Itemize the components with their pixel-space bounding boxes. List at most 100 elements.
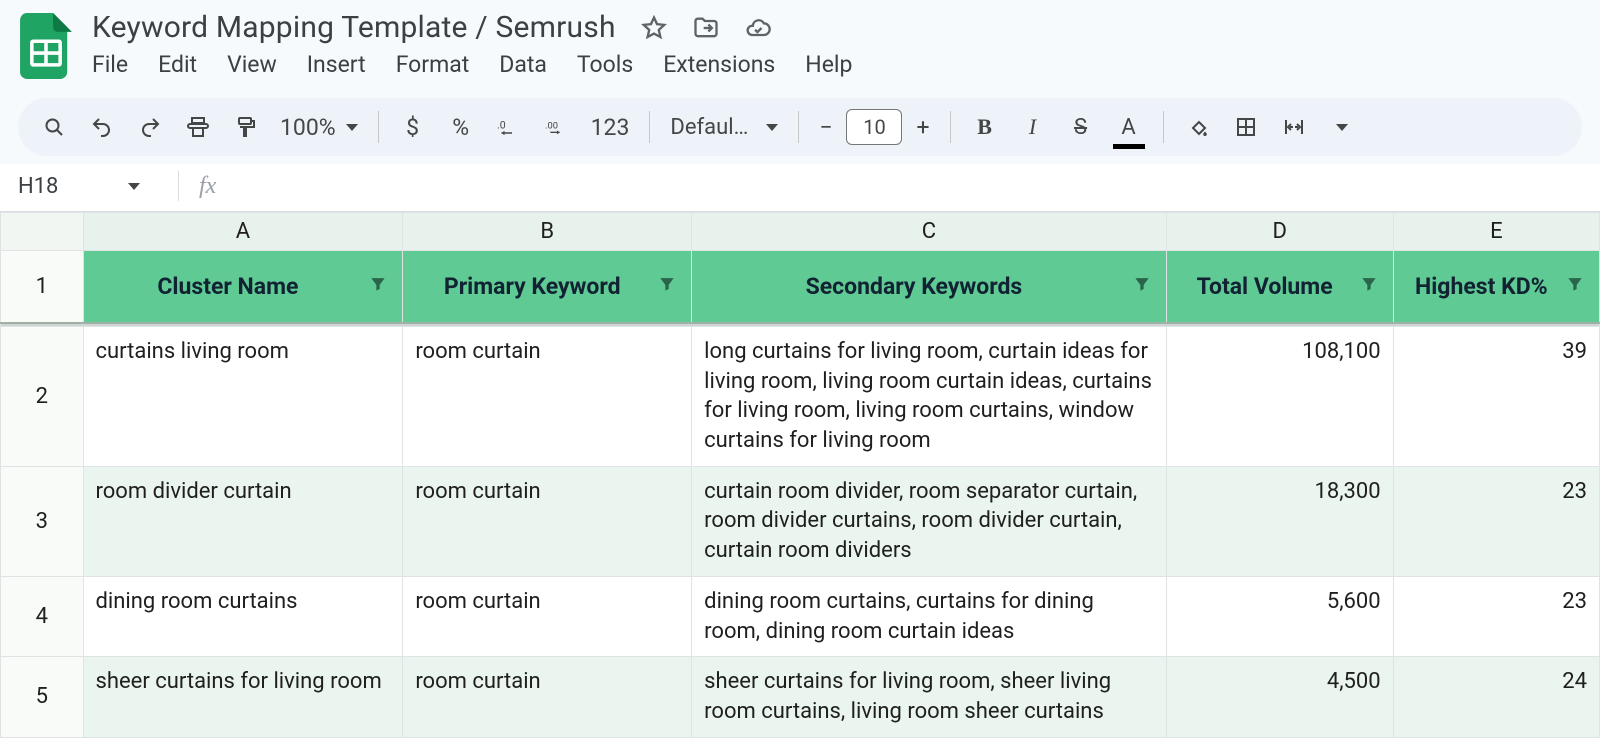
strikethrough-button[interactable]: S [1067, 109, 1095, 145]
table-row: 3 room divider curtain room curtain curt… [1, 466, 1600, 576]
cell-cluster[interactable]: dining room curtains [83, 576, 403, 656]
header-label: Highest KD% [1408, 273, 1555, 300]
spreadsheet-grid[interactable]: A B C D E 1 Cluster Name Primary Keyword… [0, 211, 1600, 738]
menu-format[interactable]: Format [396, 51, 470, 78]
row-header-2[interactable]: 2 [1, 327, 84, 467]
star-icon[interactable] [640, 14, 668, 42]
cell-kd[interactable]: 24 [1393, 657, 1599, 737]
menu-file[interactable]: File [92, 51, 128, 78]
font-size-increase[interactable]: + [916, 114, 929, 141]
name-box[interactable]: H18 [18, 174, 158, 199]
app-header: Keyword Mapping Template / Semrush File … [0, 0, 1600, 88]
cell-primary[interactable]: room curtain [403, 466, 692, 576]
paint-format-icon[interactable] [232, 109, 260, 145]
menu-insert[interactable]: Insert [307, 51, 366, 78]
cell-primary[interactable]: room curtain [403, 327, 692, 467]
header-cluster-name[interactable]: Cluster Name [83, 251, 403, 323]
print-icon[interactable] [184, 109, 212, 145]
cell-cluster[interactable]: sheer curtains for living room [83, 657, 403, 737]
svg-text:.0: .0 [497, 119, 506, 132]
undo-icon[interactable] [88, 109, 116, 145]
cell-kd[interactable]: 23 [1393, 576, 1599, 656]
toolbar-separator [950, 111, 951, 143]
menu-view[interactable]: View [227, 51, 277, 78]
cell-cluster[interactable]: curtains living room [83, 327, 403, 467]
separator [178, 171, 179, 201]
cell-kd[interactable]: 23 [1393, 466, 1599, 576]
menu-help[interactable]: Help [805, 51, 852, 78]
toolbar-separator [1163, 111, 1164, 143]
text-color-button[interactable]: A [1115, 109, 1143, 145]
cell-kd[interactable]: 39 [1393, 327, 1599, 467]
format-currency[interactable]: $ [399, 109, 427, 145]
header-primary-keyword[interactable]: Primary Keyword [403, 251, 692, 323]
document-title[interactable]: Keyword Mapping Template / Semrush [92, 10, 616, 45]
search-icon[interactable] [40, 109, 68, 145]
toolbar: 100% $ % .0 .00 123 Defaul… − 10 + B I S… [18, 98, 1582, 156]
cell-volume[interactable]: 5,600 [1166, 576, 1393, 656]
header-highest-kd[interactable]: Highest KD% [1393, 251, 1599, 323]
caret-down-icon [766, 124, 778, 131]
toolbar-separator [649, 111, 650, 143]
cell-secondary[interactable]: long curtains for living room, curtain i… [692, 327, 1167, 467]
merge-cells-icon[interactable] [1280, 109, 1308, 145]
cloud-saved-icon[interactable] [744, 14, 772, 42]
format-percent[interactable]: % [447, 109, 475, 145]
menu-tools[interactable]: Tools [577, 51, 633, 78]
svg-text:.00: .00 [545, 120, 558, 131]
borders-icon[interactable] [1232, 109, 1260, 145]
header-label: Secondary Keywords [706, 273, 1122, 300]
format-plain-number[interactable]: 123 [591, 109, 630, 145]
caret-down-icon [128, 183, 140, 190]
cell-secondary[interactable]: sheer curtains for living room, sheer li… [692, 657, 1167, 737]
row-header-1[interactable]: 1 [1, 251, 84, 323]
more-tools-dropdown[interactable] [1328, 109, 1356, 145]
toolbar-separator [378, 111, 379, 143]
row-header-4[interactable]: 4 [1, 576, 84, 656]
column-header-d[interactable]: D [1166, 213, 1393, 251]
bold-button[interactable]: B [971, 109, 999, 145]
row-header-3[interactable]: 3 [1, 466, 84, 576]
cell-volume[interactable]: 18,300 [1166, 466, 1393, 576]
filter-icon[interactable] [657, 273, 677, 300]
cell-primary[interactable]: room curtain [403, 576, 692, 656]
cell-volume[interactable]: 4,500 [1166, 657, 1393, 737]
column-header-c[interactable]: C [692, 213, 1167, 251]
header-total-volume[interactable]: Total Volume [1166, 251, 1393, 323]
menu-data[interactable]: Data [499, 51, 547, 78]
font-size-input[interactable]: 10 [846, 109, 902, 145]
zoom-dropdown[interactable]: 100% [280, 109, 358, 145]
header-secondary-keywords[interactable]: Secondary Keywords [692, 251, 1167, 323]
fx-icon: fx [199, 173, 216, 200]
cell-secondary[interactable]: curtain room divider, room separator cur… [692, 466, 1167, 576]
redo-icon[interactable] [136, 109, 164, 145]
column-header-a[interactable]: A [83, 213, 403, 251]
decrease-decimal-icon[interactable]: .0 [495, 109, 523, 145]
fill-color-icon[interactable] [1184, 109, 1212, 145]
font-size-decrease[interactable]: − [819, 114, 832, 141]
table-row: 4 dining room curtains room curtain dini… [1, 576, 1600, 656]
filter-icon[interactable] [1565, 273, 1585, 300]
move-to-folder-icon[interactable] [692, 14, 720, 42]
menu-extensions[interactable]: Extensions [663, 51, 775, 78]
filter-icon[interactable] [1359, 273, 1379, 300]
menu-edit[interactable]: Edit [158, 51, 197, 78]
column-header-e[interactable]: E [1393, 213, 1599, 251]
filter-icon[interactable] [368, 273, 388, 300]
formula-bar: H18 fx [0, 164, 1600, 211]
table-row: 2 curtains living room room curtain long… [1, 327, 1600, 467]
select-all-corner[interactable] [1, 213, 84, 251]
cell-primary[interactable]: room curtain [403, 657, 692, 737]
sheets-logo[interactable] [18, 10, 74, 82]
cell-volume[interactable]: 108,100 [1166, 327, 1393, 467]
row-header-5[interactable]: 5 [1, 657, 84, 737]
toolbar-separator [798, 111, 799, 143]
cell-cluster[interactable]: room divider curtain [83, 466, 403, 576]
filter-icon[interactable] [1132, 273, 1152, 300]
column-header-b[interactable]: B [403, 213, 692, 251]
cell-secondary[interactable]: dining room curtains, curtains for dinin… [692, 576, 1167, 656]
increase-decimal-icon[interactable]: .00 [543, 109, 571, 145]
font-family-dropdown[interactable]: Defaul… [670, 109, 778, 145]
italic-button[interactable]: I [1019, 109, 1047, 145]
text-color-letter: A [1121, 115, 1135, 140]
